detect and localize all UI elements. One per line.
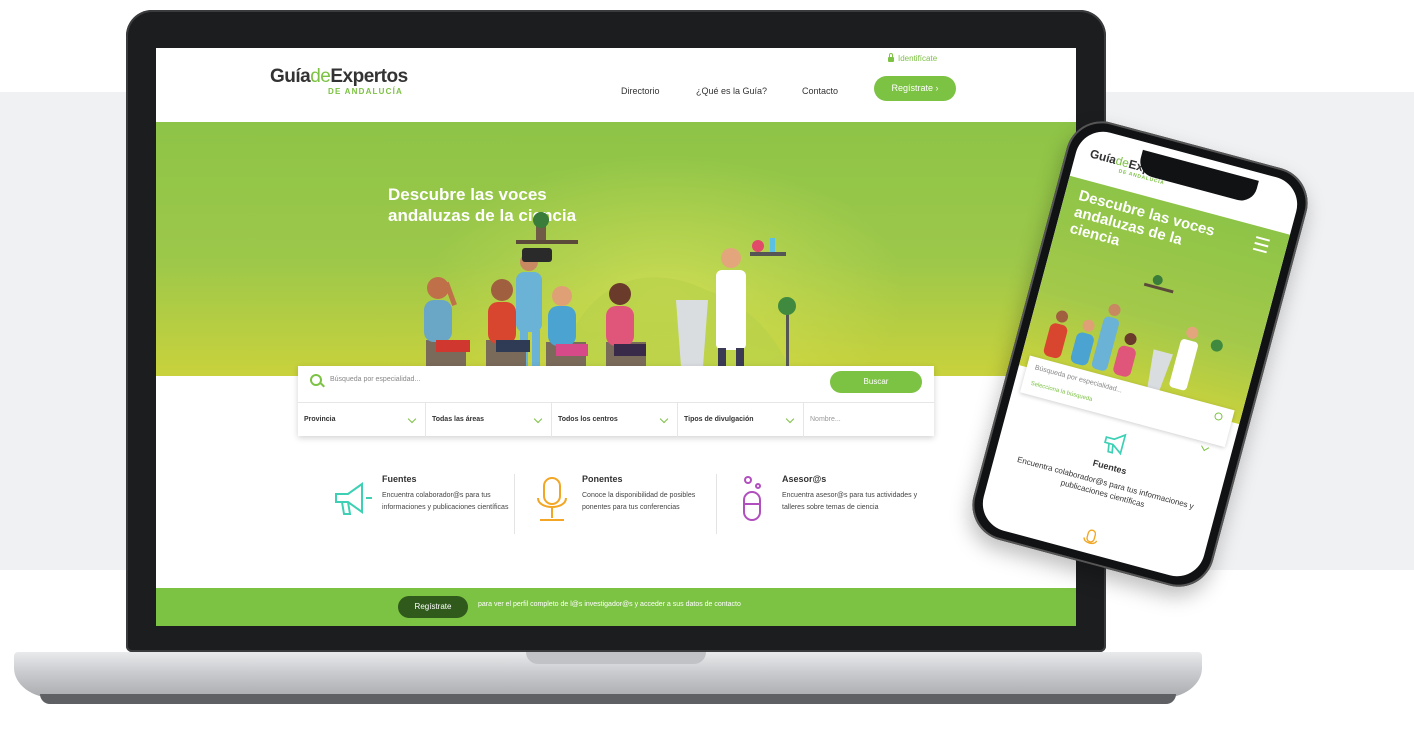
divider: [716, 474, 717, 534]
flask-icon: [752, 240, 764, 252]
hill-shape: [556, 277, 795, 376]
register-button[interactable]: Regístrate ›: [874, 76, 956, 101]
test-tube-small-icon: [770, 238, 775, 252]
megaphone-icon: [1103, 433, 1127, 456]
filter-bar: Provincia Todas las áreas Todos los cent…: [298, 402, 934, 437]
plant-pot-icon: [536, 226, 546, 240]
test-tube-icon: [743, 476, 761, 521]
search-icon: [310, 374, 322, 386]
filter-label: Todos los centros: [558, 416, 618, 423]
logo-suffix: Expertos: [330, 66, 408, 87]
chevron-down-icon: [533, 414, 543, 424]
logo-subtitle: DE ANDALUCÍA: [328, 87, 403, 96]
chevron-down-icon: [407, 414, 417, 424]
chevron-down-icon: [659, 414, 669, 424]
filter-label: Tipos de divulgación: [684, 416, 754, 423]
plant-icon: [778, 297, 796, 315]
login-label: Identifícate: [898, 54, 938, 63]
nav-directorio[interactable]: Directorio: [621, 86, 660, 96]
logo-prefix: Guía: [270, 66, 311, 87]
search-icon[interactable]: [1213, 411, 1224, 422]
microphone-icon: [537, 477, 567, 521]
band-register-button[interactable]: Regístrate: [398, 596, 468, 618]
feature-title: Ponentes: [582, 474, 623, 484]
laptop-foot: [40, 694, 1176, 704]
feature-description: Encuentra colaborador@s para tus informa…: [382, 492, 509, 511]
nav-que-es[interactable]: ¿Qué es la Guía?: [696, 86, 767, 96]
feature-title: Fuentes: [382, 474, 417, 484]
band-text: para ver el perfil completo de l@s inves…: [478, 601, 741, 608]
register-cta-band: Regístrate para ver el perfil completo d…: [156, 588, 1076, 626]
chevron-down-icon: [785, 414, 795, 424]
divider: [514, 474, 515, 534]
register-button-label: Regístrate: [891, 83, 934, 93]
site-logo[interactable]: GuíadeExpertos DE ANDALUCÍA: [270, 66, 408, 96]
laptop-trackpad-notch: [526, 652, 706, 664]
tray-icon: [750, 252, 786, 256]
feature-description: Conoce la disponibilidad de posibles pon…: [582, 492, 696, 511]
feature-description: Encuentra asesor@s para tus actividades …: [782, 492, 918, 511]
video-camera-icon: [522, 248, 552, 262]
filter-provincia[interactable]: Provincia: [298, 403, 426, 437]
logo-mid: de: [310, 66, 331, 87]
search-button[interactable]: Buscar: [830, 371, 922, 393]
filter-centros[interactable]: Todos los centros: [552, 403, 678, 437]
scientist-coat: [716, 270, 746, 350]
filter-areas[interactable]: Todas las áreas: [426, 403, 552, 437]
audience-illustration: [424, 212, 796, 376]
filter-label: Todas las áreas: [432, 416, 485, 423]
filter-divulgacion[interactable]: Tipos de divulgación: [678, 403, 804, 437]
megaphone-icon: [335, 482, 372, 515]
hero-banner: Descubre las voces andaluzas de la cienc…: [156, 122, 1076, 376]
camera-operator: [516, 272, 542, 332]
logo-prefix: Guía: [1088, 146, 1118, 167]
chevron-down-icon[interactable]: [1201, 442, 1210, 452]
nav-contacto[interactable]: Contacto: [802, 86, 838, 96]
site-header: GuíadeExpertos DE ANDALUCÍA Identifícate…: [156, 48, 1076, 122]
scientist-head: [721, 248, 741, 268]
microphone-icon: [1083, 529, 1098, 545]
feature-title: Asesor@s: [782, 474, 827, 484]
filter-label: Provincia: [304, 416, 336, 423]
search-panel: Búsqueda por especialidad... Buscar Prov…: [298, 366, 934, 437]
login-link[interactable]: Identifícate: [888, 53, 938, 63]
search-input[interactable]: Búsqueda por especialidad...: [330, 376, 420, 383]
shelf-icon: [516, 240, 578, 244]
audience-member-1: [424, 277, 470, 376]
plant-icon: [533, 212, 549, 228]
name-input[interactable]: Nombre...: [804, 403, 934, 437]
lock-icon: [888, 53, 894, 62]
laptop-screen: GuíadeExpertos DE ANDALUCÍA Identifícate…: [156, 48, 1076, 626]
